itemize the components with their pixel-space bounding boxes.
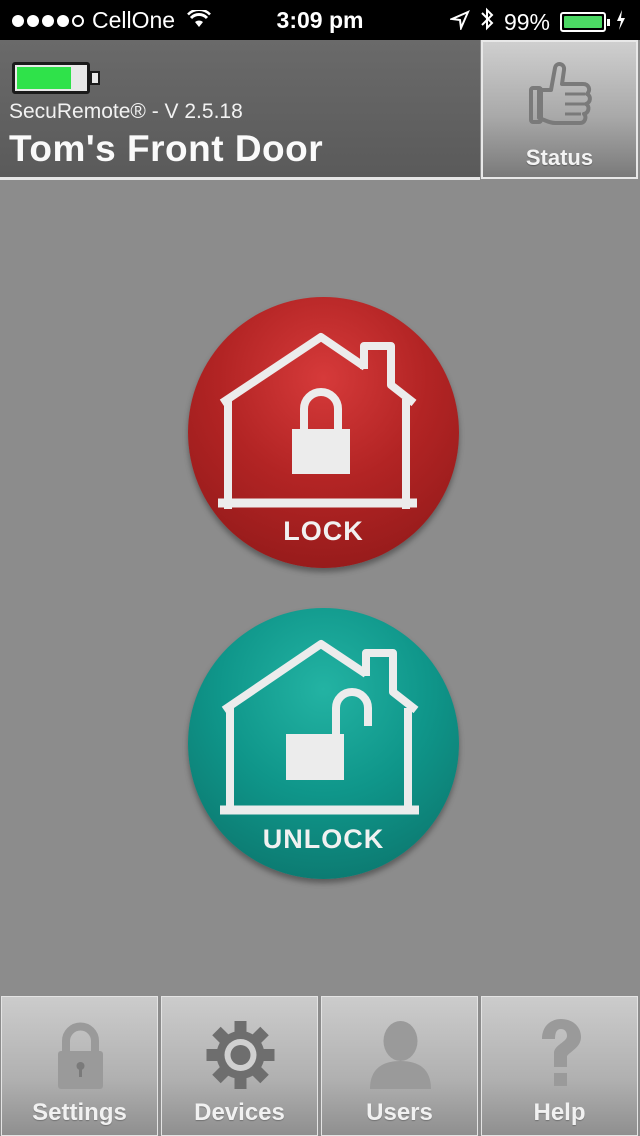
lock-button[interactable]: LOCK <box>188 297 459 568</box>
tab-devices-label: Devices <box>194 1099 285 1126</box>
unlock-label: UNLOCK <box>262 824 385 854</box>
tab-help[interactable]: Help <box>481 996 638 1136</box>
tab-devices[interactable]: Devices <box>161 996 318 1136</box>
tab-settings[interactable]: Settings <box>1 996 158 1136</box>
bottom-tab-bar: Settings Devices Users Help <box>0 996 640 1136</box>
charging-icon <box>616 9 626 36</box>
gear-icon <box>206 1021 275 1089</box>
location-icon <box>448 9 470 36</box>
phone-battery-icon <box>560 12 610 32</box>
question-icon <box>542 1019 581 1086</box>
tab-users[interactable]: Users <box>321 996 478 1136</box>
user-icon <box>370 1021 431 1089</box>
app-version: SecuRemote® - V 2.5.18 <box>9 100 243 123</box>
thumbs-up-icon <box>528 62 592 125</box>
padlock-icon <box>58 1022 103 1089</box>
door-name: Tom's Front Door <box>9 128 324 169</box>
status-button-label: Status <box>525 145 594 170</box>
tab-users-label: Users <box>366 1099 433 1126</box>
status-bar: CellOne 3:09 pm 99% <box>0 0 640 40</box>
tab-help-label: Help <box>533 1099 586 1126</box>
unlock-button[interactable]: UNLOCK <box>188 608 459 879</box>
lock-label: LOCK <box>283 516 364 546</box>
battery-percent: 99% <box>503 8 550 35</box>
status-button[interactable]: Status <box>481 40 638 179</box>
bluetooth-icon <box>480 7 494 37</box>
device-battery-icon <box>12 62 100 94</box>
tab-settings-label: Settings <box>32 1099 127 1126</box>
status-right: 99% <box>448 7 626 37</box>
device-header: SecuRemote® - V 2.5.18 Tom's Front Door <box>0 40 480 180</box>
